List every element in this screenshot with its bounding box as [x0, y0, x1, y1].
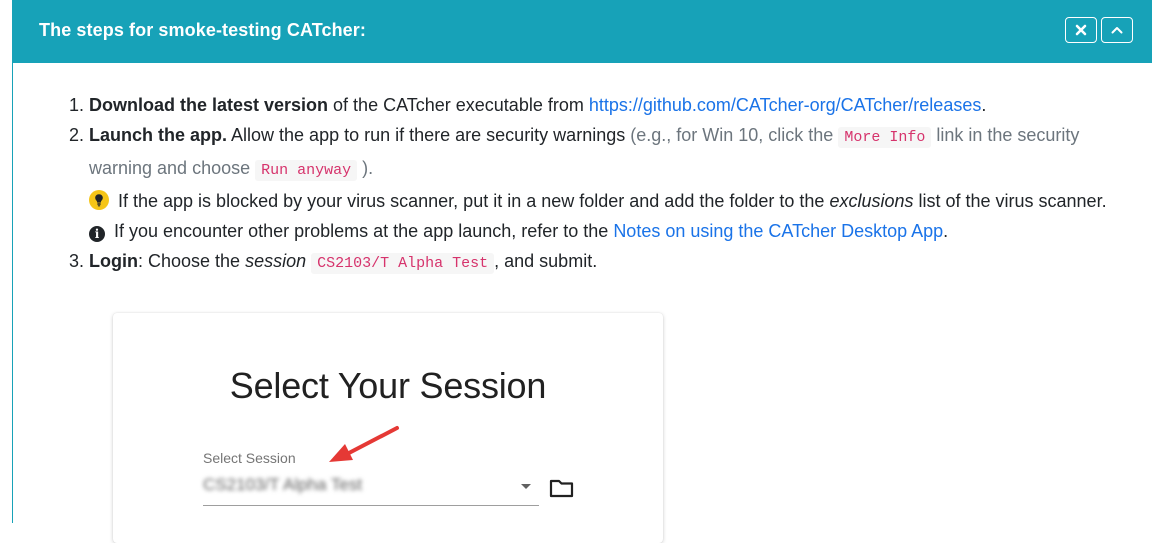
step-login: Login: Choose the session CS2103/T Alpha…: [89, 246, 1129, 279]
tip-text: If the app is blocked by your virus scan…: [113, 191, 830, 211]
folder-icon: [549, 479, 574, 498]
panel-header: The steps for smoke-testing CATcher:: [13, 0, 1152, 63]
step-text: of the CATcher executable from: [328, 95, 589, 115]
close-button[interactable]: [1065, 17, 1097, 43]
smoke-test-panel: The steps for smoke-testing CATcher: Dow…: [12, 0, 1152, 543]
run-anyway-code: Run anyway: [255, 160, 358, 181]
info-end: .: [943, 221, 949, 241]
steps-list: Download the latest version of the CATch…: [69, 90, 1129, 279]
step-text: Allow the app to run if there are securi…: [227, 125, 631, 145]
select-underline: [203, 505, 539, 506]
panel-title: The steps for smoke-testing CATcher:: [39, 20, 366, 40]
note-text: ).: [357, 158, 374, 178]
red-arrow-icon: [329, 426, 399, 462]
step-end: .: [981, 95, 987, 115]
tip-text-end: list of the virus scanner.: [913, 191, 1107, 211]
step-bold: Download the latest version: [89, 95, 329, 115]
desktop-notes-link[interactable]: Notes on using the CATcher Desktop App: [613, 221, 943, 241]
info-icon: i: [89, 226, 105, 242]
select-session-value: CS2103/T Alpha Test: [203, 475, 363, 494]
select-session-label: Select Session: [203, 450, 296, 466]
step-bold: Launch the app.: [89, 125, 228, 145]
session-screenshot: Select Your Session Select Session CS210…: [113, 313, 663, 543]
step-text-end: , and submit.: [494, 251, 598, 271]
dropdown-caret-icon: [521, 484, 531, 489]
note-text: (e.g., for Win 10, click the: [630, 125, 839, 145]
step-text: : Choose the: [137, 251, 246, 271]
lightbulb-icon: [89, 190, 109, 210]
step-bold: Login: [89, 251, 138, 271]
releases-link[interactable]: https://github.com/CATcher-org/CATcher/r…: [589, 95, 982, 115]
screenshot-title: Select Your Session: [229, 365, 547, 406]
close-icon: [1075, 24, 1087, 36]
session-code: CS2103/T Alpha Test: [311, 253, 495, 274]
step-download: Download the latest version of the CATch…: [89, 90, 1129, 120]
tip-em: exclusions: [829, 191, 914, 211]
chevron-up-icon: [1111, 27, 1123, 34]
collapse-button[interactable]: [1101, 17, 1133, 43]
more-info-code: More Info: [838, 127, 932, 148]
session-em: session: [245, 251, 307, 271]
step-launch: Launch the app. Allow the app to run if …: [89, 120, 1129, 246]
info-text: If you encounter other problems at the a…: [109, 221, 614, 241]
